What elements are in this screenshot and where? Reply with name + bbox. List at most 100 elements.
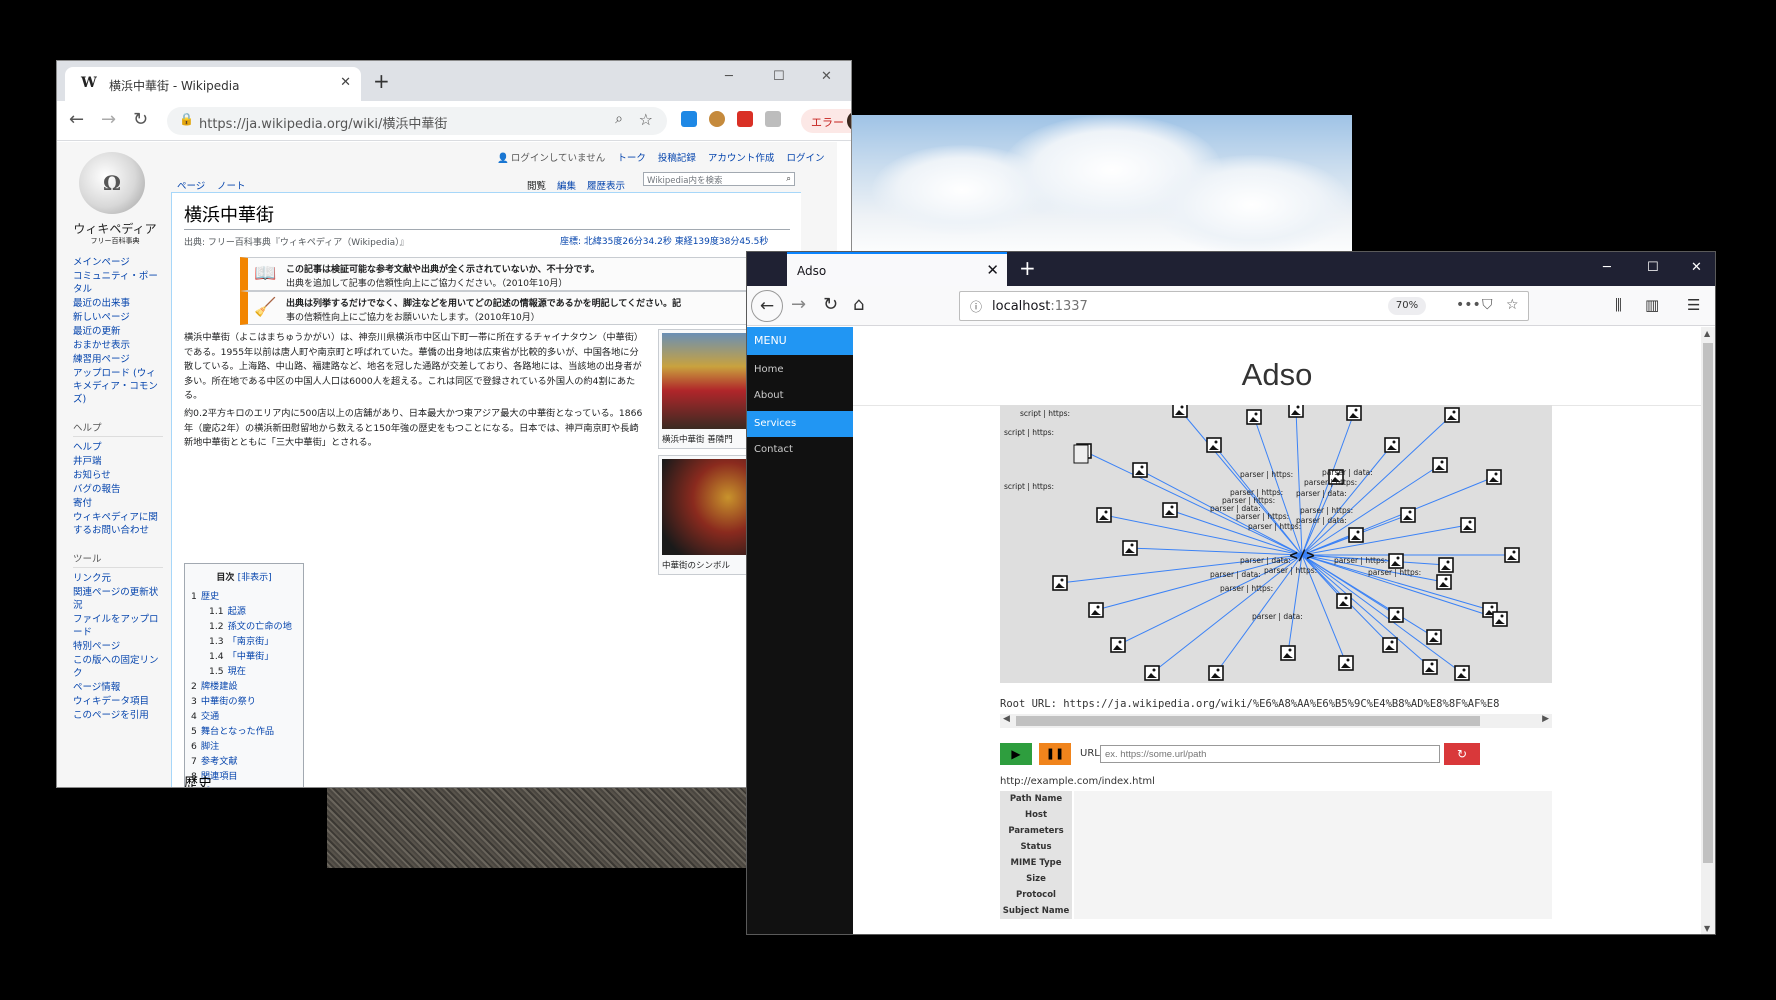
toc-item[interactable]: 1.2 孫文の亡命の地 [191, 619, 297, 634]
sidebar-icon[interactable]: ▥ [1645, 296, 1659, 314]
gmail-extension-icon[interactable] [737, 111, 753, 127]
sidebar-item-home[interactable]: Home [747, 357, 853, 383]
image-node-icon[interactable] [1422, 659, 1438, 675]
maximize-button[interactable]: ☐ [773, 69, 785, 84]
image-node-icon[interactable] [1088, 602, 1104, 618]
horizontal-scrollbar[interactable]: ◀ ▶ [1000, 714, 1552, 728]
sidebar-item-community-portal[interactable]: コミュニティ・ポータル [73, 270, 163, 296]
close-window-button[interactable]: ✕ [1691, 260, 1702, 275]
image-node-icon[interactable] [1208, 665, 1224, 681]
tab-history[interactable]: 履歴表示 [587, 178, 625, 192]
zoom-level[interactable]: 70% [1388, 297, 1426, 315]
scroll-down-icon[interactable]: ▼ [1704, 924, 1710, 933]
image-node-icon[interactable] [1348, 527, 1364, 543]
sidebar-item-what-links-here[interactable]: リンク元 [73, 572, 163, 585]
toc-item[interactable]: 2 牌楼建設 [191, 679, 297, 694]
forward-arrow-icon[interactable]: → [101, 109, 116, 130]
sidebar-item-contact[interactable]: ウィキペディアに関するお問い合わせ [73, 511, 163, 537]
close-icon[interactable]: ✕ [986, 261, 999, 279]
home-icon[interactable]: ⌂ [853, 294, 864, 315]
sidebar-item-special-pages[interactable]: 特別ページ [73, 640, 163, 653]
resource-graph[interactable]: </> script | https: script | https: script… [1000, 405, 1552, 683]
sidebar-item-sandbox[interactable]: 練習用ページ [73, 353, 163, 366]
search-icon[interactable]: ⌕ [786, 174, 791, 184]
close-window-button[interactable]: ✕ [821, 69, 832, 84]
tab-edit[interactable]: 編集 [557, 178, 576, 192]
sidebar-item-cite[interactable]: このページを引用 [73, 709, 163, 722]
address-bar[interactable]: ⓘ localhost:1337 70% ••• ⛉ ☆ [959, 291, 1529, 321]
sidebar-item-notices[interactable]: お知らせ [73, 469, 163, 482]
sidebar-item-current-events[interactable]: 最近の出来事 [73, 297, 163, 310]
scroll-left-icon[interactable]: ◀ [1003, 714, 1010, 724]
cookie-extension-icon[interactable] [709, 111, 725, 127]
sidebar-item-random[interactable]: おまかせ表示 [73, 339, 163, 352]
tab-page[interactable]: ページ [177, 178, 205, 192]
reload-icon[interactable]: ↻ [823, 294, 838, 315]
image-node-icon[interactable] [1122, 540, 1138, 556]
sidebar-item-new-pages[interactable]: 新しいページ [73, 311, 163, 324]
sidebar-item-bug-report[interactable]: バグの報告 [73, 483, 163, 496]
back-arrow-icon[interactable]: ← [751, 290, 783, 322]
sidebar-item-upload-file[interactable]: ファイルをアップロード [73, 613, 163, 639]
menu-icon[interactable]: ☰ [1687, 296, 1700, 314]
image-node-icon[interactable] [1388, 553, 1404, 569]
image-node-icon[interactable] [1132, 462, 1148, 478]
contributions-link[interactable]: 投稿記録 [658, 153, 696, 164]
login-link[interactable]: ログイン [786, 153, 824, 164]
more-icon[interactable]: ••• [1456, 297, 1481, 313]
image-node-icon[interactable] [1172, 405, 1188, 418]
sidebar-item-contact[interactable]: Contact [747, 437, 853, 463]
toc-item[interactable]: 7 参考文献 [191, 754, 297, 769]
extension-arrow-icon[interactable] [681, 111, 697, 127]
image-node-icon[interactable] [1144, 665, 1160, 681]
new-tab-button[interactable]: + [1019, 256, 1036, 280]
image-node-icon[interactable] [1052, 575, 1068, 591]
talk-link[interactable]: トーク [617, 153, 646, 164]
image-node-icon[interactable] [1444, 407, 1460, 423]
image-node-icon[interactable] [1382, 637, 1398, 653]
toc-item[interactable]: 1.4 「中華街」 [191, 649, 297, 664]
image-node-icon[interactable] [1492, 611, 1508, 627]
js-file-node-icon[interactable] [1073, 444, 1089, 464]
tab-note[interactable]: ノート [217, 178, 246, 192]
pocket-icon[interactable]: ⛉ [1482, 297, 1493, 313]
close-icon[interactable]: ✕ [340, 75, 351, 90]
sidebar-item-village-pump[interactable]: 井戸端 [73, 455, 163, 468]
toc-item[interactable]: 4 交通 [191, 709, 297, 724]
coordinates[interactable]: 座標: 北緯35度26分34.2秒 東経139度38分45.5秒 [560, 234, 768, 247]
image-node-icon[interactable] [1460, 517, 1476, 533]
sidebar-item-upload-commons[interactable]: アップロード (ウィキメディア・コモンズ) [73, 367, 163, 406]
image-node-icon[interactable] [1438, 557, 1454, 573]
bookmark-star-icon[interactable]: ☆ [639, 110, 653, 129]
minimize-button[interactable]: ─ [1603, 260, 1611, 275]
address-bar[interactable]: 🔒 https://ja.wikipedia.org/wiki/横浜中華街 ⌕ … [167, 107, 667, 135]
image-node-icon[interactable] [1280, 645, 1296, 661]
new-tab-button[interactable]: + [373, 69, 390, 93]
pdf-extension-icon[interactable] [765, 111, 781, 127]
sidebar-item-wikidata[interactable]: ウィキデータ項目 [73, 695, 163, 708]
image-node-icon[interactable] [1162, 502, 1178, 518]
image-node-icon[interactable] [1288, 405, 1304, 418]
maximize-button[interactable]: ☐ [1647, 260, 1659, 275]
tab-wikipedia[interactable]: W 横浜中華街 - Wikipedia ✕ [65, 67, 361, 101]
image-node-icon[interactable] [1110, 637, 1126, 653]
create-account-link[interactable]: アカウント作成 [708, 153, 775, 164]
tab-adso[interactable]: Adso ✕ [787, 252, 1007, 286]
library-icon[interactable]: ⫼ [1615, 296, 1622, 314]
image-node-icon[interactable] [1454, 665, 1470, 681]
scroll-right-icon[interactable]: ▶ [1542, 714, 1549, 724]
sidebar-item-permanent-link[interactable]: この版への固定リンク [73, 654, 163, 680]
image-node-icon[interactable] [1426, 629, 1442, 645]
search-icon[interactable]: ⌕ [615, 111, 623, 127]
minimize-button[interactable]: ─ [725, 69, 733, 84]
sidebar-item-donate[interactable]: 寄付 [73, 497, 163, 510]
scroll-up-icon[interactable]: ▲ [1704, 329, 1710, 338]
toc-toggle[interactable]: [非表示] [238, 573, 272, 583]
toc-item[interactable]: 1.5 現在 [191, 664, 297, 679]
play-button[interactable]: ▶ [1000, 743, 1032, 765]
image-node-icon[interactable] [1096, 507, 1112, 523]
toc-item[interactable]: 1.1 起源 [191, 604, 297, 619]
sidebar-item-recent-changes[interactable]: 最近の更新 [73, 325, 163, 338]
toc-item[interactable]: 1 歴史 [191, 589, 297, 604]
url-input[interactable] [1100, 745, 1440, 763]
